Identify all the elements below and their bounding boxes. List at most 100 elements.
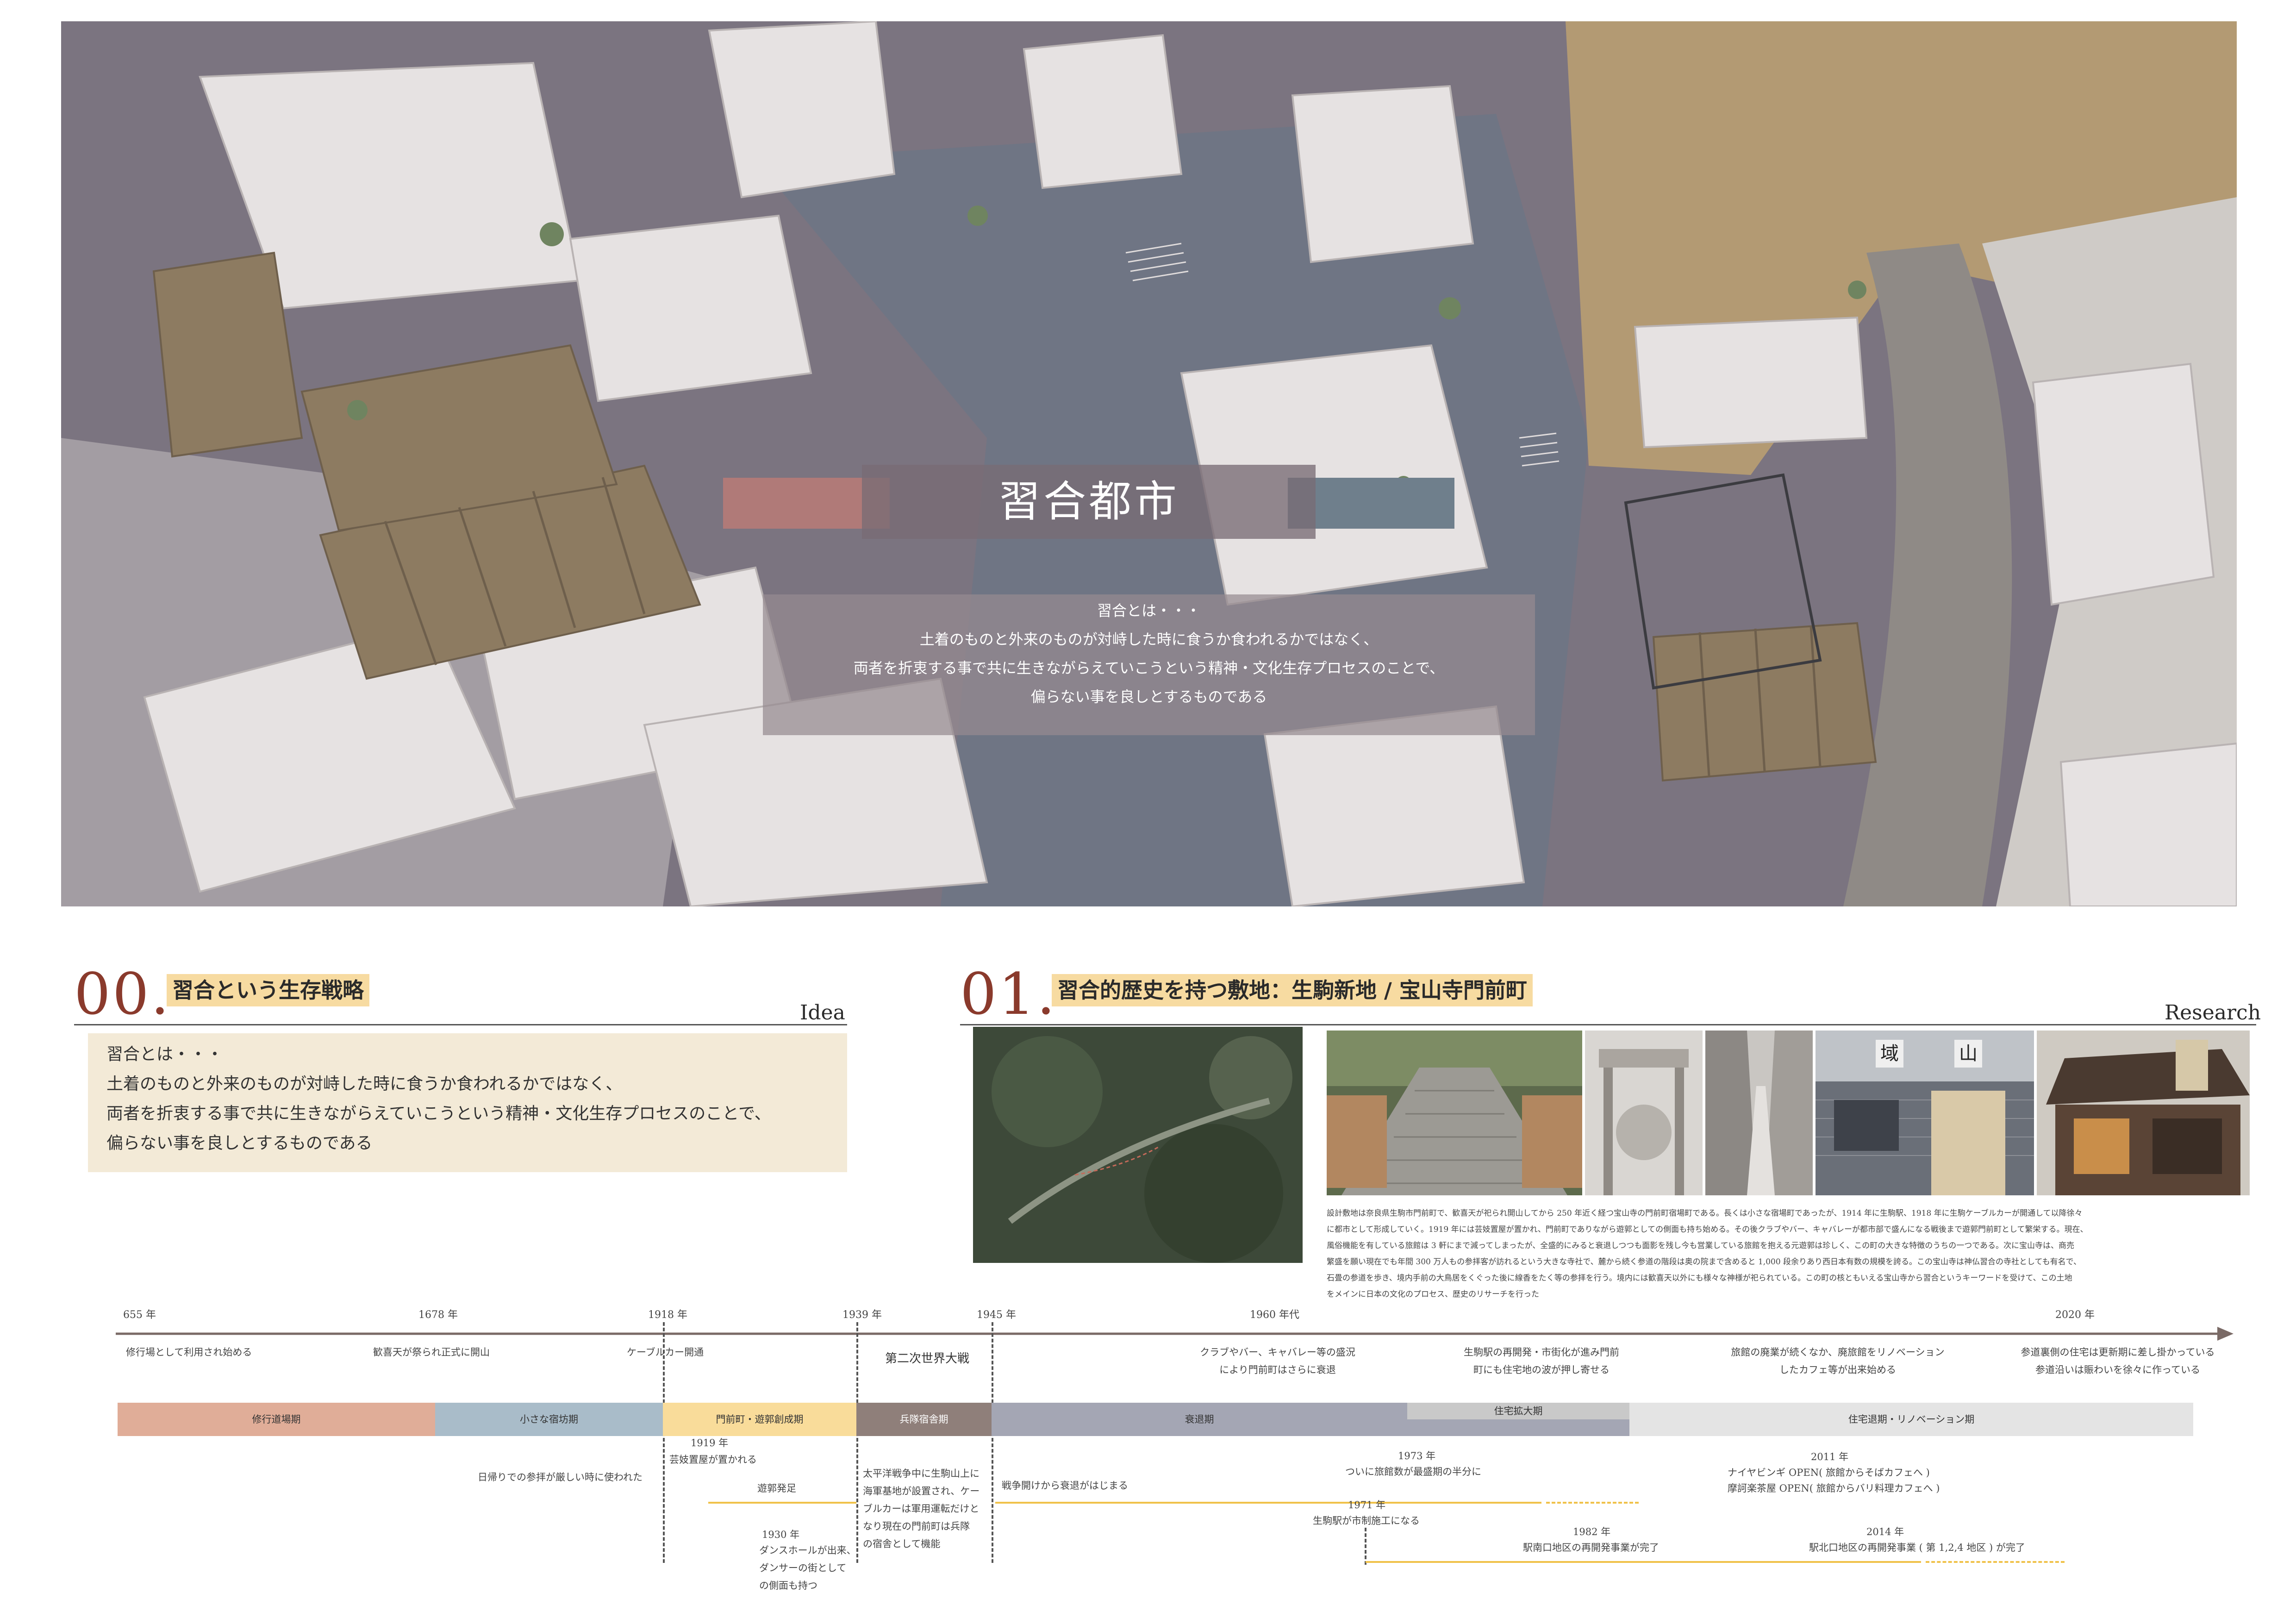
event-war-line: 海軍基地が設置され、ケー — [863, 1486, 980, 1497]
historic-gate-photo — [1585, 1031, 1703, 1195]
event-redevelopment: 生駒駅の再開発・市街化が進み門前 町にも住宅地の波が押し寄せる — [1430, 1343, 1653, 1379]
event-year-1930: 1930 年 — [762, 1529, 800, 1540]
event-redevelopment-line: 町にも住宅地の波が押し寄せる — [1473, 1364, 1610, 1375]
idea-line: 偏らない事を良しとするものである — [106, 1134, 373, 1153]
event-postwar: 戦争開けから衰退がはじまる — [1002, 1480, 1128, 1491]
ryokan-entrance-photo: 域 山 — [1816, 1031, 2034, 1195]
dashed-marker-1939 — [856, 1322, 858, 1563]
section-01-tag: 習合的歴史を持つ敷地：生駒新地 / 宝山寺門前町 — [1052, 974, 1533, 1006]
hero-definition-panel: 習合とは・・・ 土着のものと外来のものが対峙した時に食うか食われるかではなく、 … — [763, 594, 1535, 735]
decline-duration-line — [995, 1502, 1541, 1504]
event-halved: ついに旅館数が最盛期の半分に — [1345, 1466, 1481, 1477]
event-ww2: 第二次世界大戦 — [885, 1352, 970, 1366]
year-label: 1918 年 — [648, 1309, 687, 1321]
yukaku-duration-line — [708, 1502, 856, 1504]
period-bar: 修行道場期 — [118, 1403, 435, 1436]
hero-model-photo — [61, 21, 2237, 906]
event-renovation: 旅館の廃業が続くなか、廃旅館をリノベーション したカフェ等が出来始める — [1713, 1343, 1963, 1379]
event-reuse: 参道裏側の住宅は更新期に差し掛かっている 参道沿いは賑わいを徐々に作っている — [1995, 1343, 2240, 1379]
idea-description-box: 習合とは・・・ 土着のものと外来のものが対峙した時に食うか食われるかではなく、 … — [88, 1033, 847, 1172]
section-00-tag: 習合という生存戦略 — [167, 974, 369, 1006]
event-redevelopment-line: 生駒駅の再開発・市街化が進み門前 — [1464, 1347, 1619, 1358]
wooden-townhouse-photo — [2037, 1031, 2250, 1195]
dashed-marker-1945 — [992, 1322, 993, 1563]
year-label: 1939 年 — [842, 1309, 882, 1321]
period-bar: 門前町・遊郭創成期 — [663, 1403, 856, 1436]
event-dance-line: ダンスホールが出来、 — [759, 1545, 856, 1556]
year-label: 1960 年代 — [1250, 1309, 1299, 1321]
event-north-redevelopment: 駅北口地区の再開発事業 ( 第 1,2,4 地区 ) が完了 — [1809, 1542, 2025, 1553]
event-1918: ケーブルカー開通 — [627, 1347, 704, 1358]
aerial-map-photo — [973, 1027, 1303, 1263]
event-station: 生駒駅が市制施工になる — [1313, 1515, 1420, 1526]
hero-line: 偏らない事を良しとするものである — [1030, 688, 1267, 706]
hero-line: 土着のものと外来のものが対峙した時に食うか食われるかではなく、 — [919, 631, 1379, 648]
section-01-rule — [960, 1024, 2256, 1025]
idea-line: 両者を折衷する事で共に生きながらえていこうという精神・文化生存プロセスのことで、 — [106, 1104, 771, 1123]
research-line: 風俗機能を有している旅館は 3 軒にまで減ってしまったが、全盛的にみると衰退しつ… — [1327, 1241, 2075, 1250]
event-war-line: 太平洋戦争中に生駒山上に — [863, 1468, 980, 1479]
event-cafe-2: 摩訶楽茶屋 OPEN( 旅館からバリ料理カフェへ ) — [1728, 1483, 1940, 1494]
dashed-marker-1982 — [1365, 1528, 1366, 1565]
architectural-model-illustration — [61, 21, 2237, 906]
event-renovation-line: したカフェ等が出来始める — [1779, 1364, 1896, 1375]
event-war-line: なり現在の門前町は兵隊 — [863, 1521, 970, 1532]
event-dance-line: の側面も持つ — [759, 1580, 817, 1591]
section-00-number: 00. — [74, 961, 171, 1028]
event-year-1982: 1982 年 — [1573, 1526, 1611, 1537]
period-bar: 小さな宿坊期 — [435, 1403, 663, 1436]
event-dance: ダンスホールが出来、 ダンサーの街として の側面も持つ — [759, 1542, 856, 1594]
event-renovation-line: 旅館の廃業が続くなか、廃旅館をリノベーション — [1731, 1347, 1945, 1358]
period-bar: 衰退期 — [992, 1403, 1407, 1436]
event-1678: 歓喜天が祭られ正式に開山 — [373, 1347, 490, 1358]
research-description: 設計敷地は奈良県生駒市門前町で、歓喜天が祀られ開山してから 250 年近く経つ宝… — [1327, 1206, 2234, 1303]
period-bar-decline-tail — [1407, 1419, 1629, 1436]
year-label: 2020 年 — [2055, 1309, 2095, 1321]
period-bar: 住宅退期・リノベーション期 — [1629, 1403, 2193, 1436]
section-01-en-label: Research — [2165, 1001, 2261, 1024]
research-line: に都市として形成していく。1919 年には芸妓置屋が置かれ、門前町でありながら遊… — [1327, 1225, 2088, 1234]
event-war-line: ブルカーは軍用運転だけと — [863, 1503, 980, 1514]
hero-line: 両者を折衷する事で共に生きながらえていこうという精神・文化生存プロセスのことで、 — [853, 659, 1445, 677]
event-south-redevelopment: 駅南口地区の再開発事業が完了 — [1523, 1542, 1659, 1553]
redevelopment-duration-line — [1366, 1561, 1921, 1563]
idea-line: 土着のものと外来のものが対峙した時に食うか食われるかではなく、 — [106, 1074, 623, 1093]
year-label: 1945 年 — [977, 1309, 1016, 1321]
section-00-rule — [74, 1024, 847, 1025]
event-year-2011: 2011 年 — [1811, 1451, 1849, 1462]
sign-character-2: 山 — [1954, 1040, 1982, 1068]
event-reuse-line: 参道沿いは賑わいを徐々に作っている — [2035, 1364, 2200, 1375]
event-year-1973: 1973 年 — [1398, 1450, 1436, 1462]
year-label: 1678 年 — [418, 1309, 458, 1321]
period-bar: 住宅拡大期 — [1407, 1403, 1629, 1419]
stone-stairway-photo — [1327, 1031, 1582, 1195]
hero-line: 習合とは・・・ — [1097, 602, 1201, 619]
event-geisha: 芸妓置屋が置かれる — [669, 1454, 757, 1465]
idea-line: 習合とは・・・ — [106, 1045, 224, 1064]
research-line: 設計敷地は奈良県生駒市門前町で、歓喜天が祀られ開山してから 250 年近く経つ宝… — [1327, 1209, 2083, 1218]
hero-title-area: 習合都市 — [723, 465, 1454, 539]
research-line: 繁盛を願い現在でも年間 300 万人もの参拝客が訪れるという大きな寺社で、麓から… — [1327, 1257, 2082, 1267]
event-club-line: クラブやバー、キャバレー等の盛況 — [1200, 1347, 1355, 1358]
research-line: 石畳の参道を歩き、境内手前の大鳥居をくぐった後に線香をたく等の参拝を行う。境内に… — [1327, 1274, 2072, 1283]
event-reuse-line: 参道裏側の住宅は更新期に差し掛かっている — [2021, 1347, 2215, 1358]
event-war: 太平洋戦争中に生駒山上に 海軍基地が設置され、ケー ブルカーは軍用運転だけと な… — [863, 1465, 980, 1553]
event-year-1971: 1971 年 — [1348, 1499, 1386, 1511]
event-year-1919: 1919 年 — [691, 1437, 729, 1449]
section-00-en-label: Idea — [800, 1001, 845, 1024]
event-yukaku: 遊郭発足 — [757, 1483, 796, 1494]
event-club-line: により門前町はさらに衰退 — [1219, 1364, 1336, 1375]
old-street-photo — [1705, 1031, 1813, 1195]
year-label: 655 年 — [123, 1309, 156, 1321]
decline-dashed-extension — [1546, 1502, 1639, 1504]
event-655: 修行場として利用され始める — [126, 1347, 252, 1358]
event-dance-line: ダンサーの街として — [759, 1562, 847, 1574]
hero-title: 習合都市 — [862, 465, 1316, 539]
event-year-2014: 2014 年 — [1866, 1526, 1904, 1537]
event-war-line: の宿舎として機能 — [863, 1538, 941, 1549]
event-club: クラブやバー、キャバレー等の盛況 により門前町はさらに衰退 — [1162, 1343, 1393, 1379]
period-bar: 兵隊宿舎期 — [856, 1403, 992, 1436]
timeline-axis-arrow — [116, 1327, 2234, 1341]
research-line: をメインに日本の文化のプロセス、歴史のリサーチを行った — [1327, 1290, 1539, 1299]
event-daytrip: 日帰りでの参拝が厳しい時に使われた — [478, 1472, 643, 1483]
